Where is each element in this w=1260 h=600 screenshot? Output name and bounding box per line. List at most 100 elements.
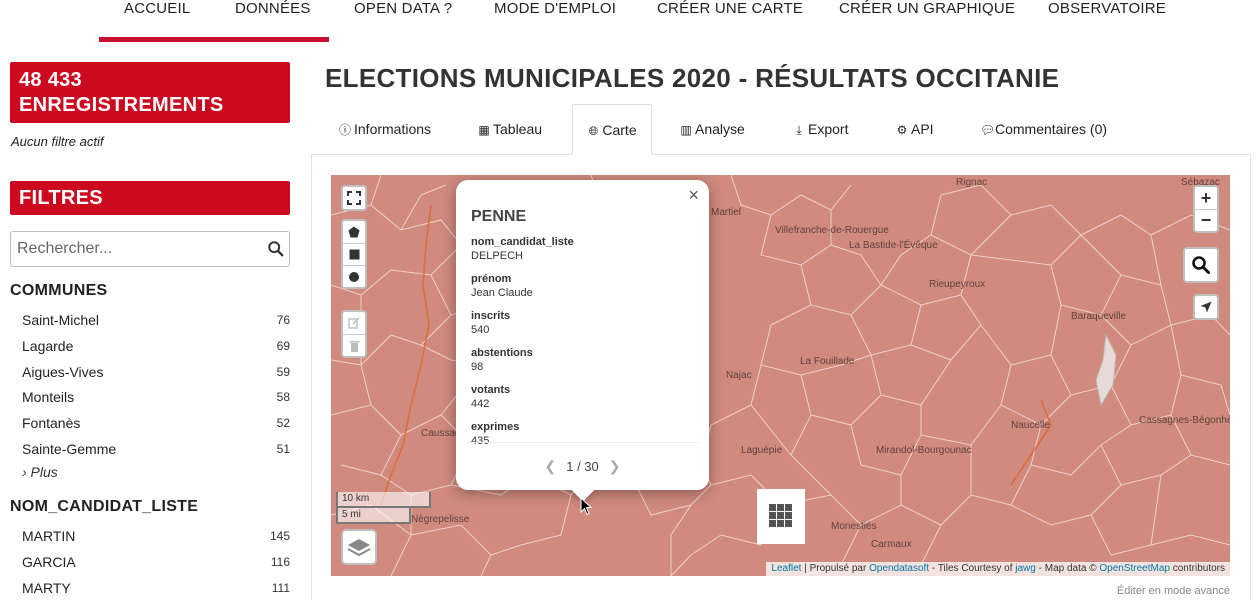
close-icon[interactable]: × xyxy=(688,185,699,206)
facet-item-count: 145 xyxy=(269,529,290,543)
nav-mode-emploi[interactable]: MODE D'EMPLOI xyxy=(494,0,616,22)
draw-circle-icon[interactable] xyxy=(343,265,365,287)
facet-item[interactable]: Fontanès 52 xyxy=(22,413,290,439)
info-icon: ⓘ xyxy=(339,123,352,137)
tab-carte[interactable]: 🌐︎ Carte xyxy=(572,104,652,155)
top-navigation: ACCUEIL DONNÉES OPEN DATA ? MODE D'EMPLO… xyxy=(0,0,1260,42)
map-place-label: La Bastide-l'Évêque xyxy=(849,240,938,251)
nav-open-data[interactable]: OPEN DATA ? xyxy=(354,0,452,22)
edit-toolbar xyxy=(341,310,367,358)
record-count-box: 48 433 ENREGISTREMENTS xyxy=(10,62,290,123)
attribution-text: - Tiles Courtesy of xyxy=(931,563,1013,574)
leaflet-link[interactable]: Leaflet xyxy=(771,563,801,574)
search-icon[interactable] xyxy=(267,240,285,258)
facet-item-label: Fontanès xyxy=(22,415,81,432)
map-place-label: Rieupeyroux xyxy=(929,279,986,290)
tab-commentaires[interactable]: 💬︎Commentaires (0) xyxy=(980,104,1107,155)
tab-label: Informations xyxy=(354,121,432,137)
filter-search-input[interactable] xyxy=(11,232,251,266)
popup-field-value: DELPECH xyxy=(471,250,523,262)
map-place-label: Monestiés xyxy=(831,521,877,532)
facet-item-count: 76 xyxy=(276,313,290,327)
popup-page-indicator: 1 / 30 xyxy=(566,459,599,474)
tab-analyse[interactable]: ▥ Analyse xyxy=(680,104,744,155)
tab-export[interactable]: ⤓ Export xyxy=(793,104,848,155)
facet-item[interactable]: MARTY 111 xyxy=(22,578,290,600)
filters-title: FILTRES xyxy=(10,181,290,215)
fullscreen-icon[interactable] xyxy=(343,187,365,209)
facet-item-count: 52 xyxy=(276,416,290,431)
popup-divider xyxy=(466,442,699,443)
tab-label: Carte xyxy=(602,122,637,138)
facet-title-nom-candidat-liste[interactable]: NOM_CANDIDAT_LISTE xyxy=(10,498,198,516)
dataset-tabs: ⓘ Informations ▦ Tableau 🌐︎ Carte ▥ Analyse … xyxy=(325,104,1250,155)
map-place-label: Mirandol-Bourgounac xyxy=(876,445,972,456)
map-place-label: Laguépie xyxy=(741,445,783,456)
popup-field-key: votants xyxy=(471,384,511,396)
nav-donnees[interactable]: DONNÉES xyxy=(235,0,311,22)
layers-button[interactable] xyxy=(341,529,377,565)
facet-item-label: Saint-Michel xyxy=(22,312,100,328)
map-place-label: Nègrepelisse xyxy=(411,514,470,525)
map-place-label: Villefranche-de-Rouergue xyxy=(775,225,889,236)
facet-item-label: Sainte-Gemme xyxy=(22,440,117,457)
grid-button[interactable] xyxy=(757,489,805,544)
facet-item[interactable]: Monteils 58 xyxy=(22,387,290,413)
facet-list-communes: Saint-Michel 76 Lagarde 69 Aigues-Vives 59 … xyxy=(22,310,290,465)
facet-item-count: 51 xyxy=(276,441,290,456)
nav-accueil[interactable]: ACCUEIL xyxy=(124,0,190,22)
jawg-link[interactable]: jawg xyxy=(1015,563,1036,574)
facet-item[interactable]: Sainte-Gemme 51 xyxy=(22,439,290,465)
facet-item[interactable]: Aigues-Vives 59 xyxy=(22,362,290,388)
page-title: ELECTIONS MUNICIPALES 2020 - RÉSULTATS O… xyxy=(325,63,1060,93)
facet-item-label: GARCIA xyxy=(22,553,76,570)
cogs-icon: ⚙ xyxy=(896,123,908,137)
facet-item-label: MARTY xyxy=(22,579,71,596)
facet-item[interactable]: GARCIA 116 xyxy=(22,552,290,578)
chevron-left-icon[interactable]: ❮ xyxy=(545,458,557,474)
nav-creer-graphique[interactable]: CRÉER UN GRAPHIQUE xyxy=(839,0,1015,22)
attribution-text: | Propulsé par xyxy=(804,563,867,574)
zoom-in-button[interactable]: + xyxy=(1195,187,1217,209)
zoom-out-button[interactable]: − xyxy=(1195,209,1217,231)
popup-field-value: 98 xyxy=(471,361,484,373)
map-search-button[interactable] xyxy=(1183,247,1219,283)
advanced-edit-link[interactable]: Éditer en mode avancé xyxy=(1117,585,1230,597)
popup-pager: ❮ 1 / 30 ❯ xyxy=(456,458,709,475)
fullscreen-control xyxy=(341,185,367,211)
tab-label: Export xyxy=(808,121,849,137)
facet-item-label: Monteils xyxy=(22,389,75,406)
trash-icon[interactable] xyxy=(343,334,365,356)
map-place-label: Najac xyxy=(726,370,752,381)
map-popup: × PENNE nom_candidat_liste DELPECH préno… xyxy=(456,180,709,502)
facet-title-communes[interactable]: COMMUNES xyxy=(10,282,108,300)
locate-control xyxy=(1193,294,1219,320)
tab-tableau[interactable]: ▦ Tableau xyxy=(478,104,542,155)
draw-rectangle-icon[interactable] xyxy=(343,243,365,265)
popup-field-value: Jean Claude xyxy=(471,287,533,299)
nav-creer-carte[interactable]: CRÉER UNE CARTE xyxy=(657,0,803,22)
draw-toolbar xyxy=(341,219,367,289)
nav-active-indicator xyxy=(99,37,329,42)
popup-field-key: inscrits xyxy=(471,310,511,322)
facet-item-count: 69 xyxy=(276,338,290,353)
openstreetmap-link[interactable]: OpenStreetMap xyxy=(1099,563,1170,574)
facet-item-label: MARTIN xyxy=(22,528,76,544)
nav-observatoire[interactable]: OBSERVATOIRE xyxy=(1048,0,1166,22)
mouse-cursor-icon xyxy=(580,497,592,516)
globe-icon: 🌐︎ xyxy=(588,124,599,138)
facet-item-label: Lagarde xyxy=(22,337,74,354)
map-place-label: Naucelle xyxy=(1011,420,1050,431)
chevron-right-icon[interactable]: ❯ xyxy=(609,458,621,474)
facet-item[interactable]: MARTIN 145 xyxy=(22,526,290,552)
map-place-label: La Fouillade xyxy=(800,356,855,367)
locate-icon[interactable] xyxy=(1195,296,1217,318)
edit-icon[interactable] xyxy=(343,312,365,334)
facet-item[interactable]: Lagarde 69 xyxy=(22,336,290,362)
facet-more-link[interactable]: › Plus xyxy=(22,464,58,480)
tab-informations[interactable]: ⓘ Informations xyxy=(339,104,431,155)
facet-item[interactable]: Saint-Michel 76 xyxy=(22,310,290,336)
tab-api[interactable]: ⚙ API xyxy=(896,104,934,155)
opendatasoft-link[interactable]: Opendatasoft xyxy=(869,563,929,574)
draw-polygon-icon[interactable] xyxy=(343,221,365,243)
